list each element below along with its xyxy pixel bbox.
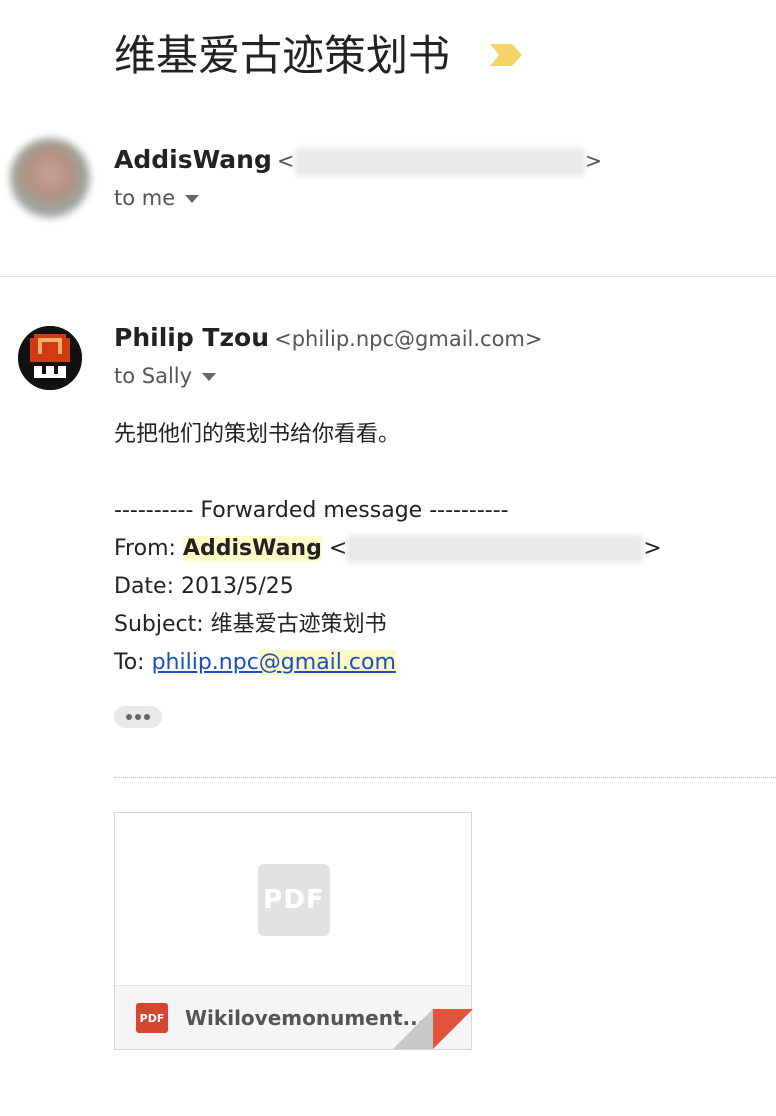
attachment-file-name: Wikilovemonument... <box>185 1006 426 1030</box>
forward-date-line: Date: 2013/5/25 <box>114 574 294 599</box>
message2-header[interactable]: Philip Tzou <philip.npc@gmail.com> <box>114 322 543 354</box>
email-link-domain: mail.com <box>294 650 396 675</box>
sender-name: AddisWang <box>114 145 272 174</box>
attachments-divider <box>114 777 776 778</box>
message-body: 先把他们的策划书给你看看。 ---------- Forwarded messa… <box>114 416 662 682</box>
from-label: From: <box>114 536 183 561</box>
dot-icon <box>135 714 141 720</box>
email-link-user: philip.npc <box>151 650 259 675</box>
page-fold-icon <box>393 1009 473 1049</box>
to-prefix: To: <box>114 650 152 675</box>
email-link[interactable]: philip.npc@gmail.com <box>152 650 396 675</box>
sender-avatar[interactable] <box>10 138 90 218</box>
recipients-toggle[interactable]: to Sally <box>114 364 217 388</box>
dot-icon <box>126 714 132 720</box>
from-name: AddisWang <box>182 536 322 561</box>
message-divider <box>0 276 776 277</box>
forward-subject-line: Subject: 维基爱古迹策划书 <box>114 612 387 637</box>
attachment-preview[interactable]: PDF <box>115 813 471 986</box>
recipients-toggle[interactable]: to me <box>114 186 200 210</box>
message1-header[interactable]: AddisWang < > <box>114 144 602 176</box>
dot-icon <box>144 714 150 720</box>
pdf-icon: PDF <box>258 864 330 936</box>
forward-from-line: From: AddisWang < > <box>114 535 662 563</box>
body-line: 先把他们的策划书给你看看。 <box>114 422 401 447</box>
sender-email: <philip.npc@gmail.com> <box>274 327 543 351</box>
forward-header: ---------- Forwarded message ---------- <box>114 498 509 523</box>
chevron-down-icon <box>202 373 217 381</box>
recipients-label: to me <box>114 186 176 210</box>
forward-to-line: To: philip.npc@gmail.com <box>114 644 662 682</box>
recipients-label: to Sally <box>114 364 193 388</box>
sender-name: Philip Tzou <box>114 323 270 352</box>
sender-avatar[interactable] <box>18 326 82 390</box>
attachment-card[interactable]: PDF PDF Wikilovemonument... <box>114 812 473 1050</box>
pdf-file-icon: PDF <box>136 1003 168 1033</box>
email-subject: 维基爱古迹策划书 <box>114 31 451 80</box>
chevron-down-icon <box>185 195 200 203</box>
email-link-at: @g <box>258 650 295 675</box>
importance-marker-icon[interactable] <box>490 44 522 66</box>
sender-email: < > <box>277 148 602 176</box>
show-trimmed-content-button[interactable] <box>114 706 162 728</box>
